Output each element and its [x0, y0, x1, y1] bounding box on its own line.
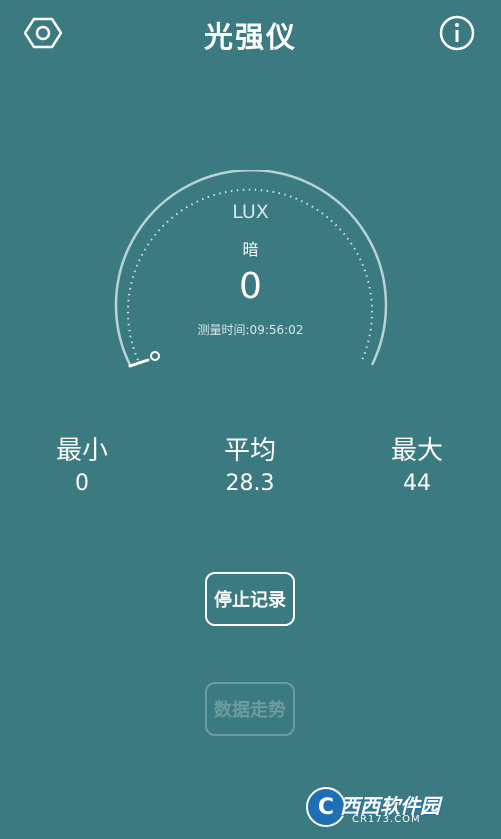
stat-max: 最大 44	[342, 430, 492, 496]
measure-time: 测量时间:09:56:02	[197, 323, 304, 337]
stat-min-value: 0	[75, 471, 89, 496]
info-button[interactable]	[438, 14, 476, 52]
stop-record-button[interactable]: 停止记录	[205, 572, 295, 626]
stat-min: 最小 0	[7, 430, 157, 496]
stat-max-value: 44	[403, 471, 431, 496]
stat-max-label: 最大	[390, 436, 443, 466]
stat-min-label: 最小	[55, 436, 108, 466]
page-title: 光强仪	[203, 20, 297, 54]
stat-avg-label: 平均	[223, 436, 276, 466]
gauge-level-text: 暗	[242, 240, 259, 259]
info-circle-icon	[439, 15, 475, 51]
stat-avg: 平均 28.3	[175, 430, 325, 496]
stat-avg-value: 28.3	[225, 471, 275, 496]
watermark-url: CR173.COM	[352, 814, 421, 825]
gauge-needle-icon	[128, 351, 160, 368]
gauge-reading: 0	[239, 266, 262, 307]
gauge-unit: LUX	[232, 201, 269, 223]
data-trend-button[interactable]: 数据走势	[205, 682, 295, 736]
